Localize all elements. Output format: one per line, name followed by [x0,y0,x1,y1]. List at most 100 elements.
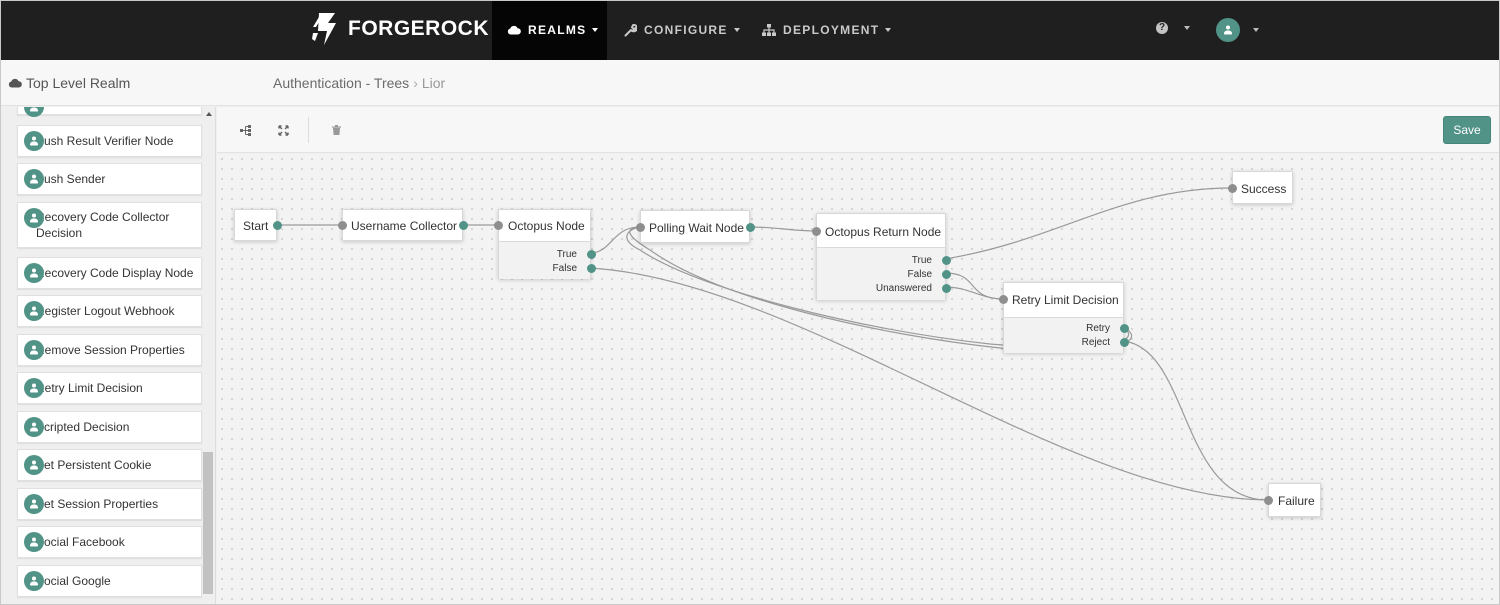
sitemap-icon [762,24,776,36]
node-start[interactable]: Start [234,209,282,241]
scroll-up-arrow-icon[interactable] [206,112,212,116]
node-input-port[interactable] [636,223,645,232]
outcome-label: Retry [1086,323,1110,334]
outcome-port-unanswered[interactable] [942,284,951,293]
palette-item[interactable]: Recovery Code Collector Decision [17,202,202,248]
user-node-icon [24,107,44,117]
outcome-port-reject[interactable] [1120,338,1129,347]
top-navbar: FORGEROCK REALMS CONFIGURE DEPLOYMENT ? [0,0,1500,60]
node-failure[interactable]: Failure [1264,483,1321,517]
sub-header: Top Level Realm Authentication - Trees › L… [0,60,1500,106]
outcome-label: Reject [1081,337,1110,348]
node-output-port[interactable] [459,221,468,230]
outcome-port-false[interactable] [587,264,596,273]
breadcrumb: Authentication - Trees › Lior [273,75,445,91]
user-menu[interactable] [1216,18,1259,42]
save-button[interactable]: Save [1443,116,1491,144]
realm-name: Top Level Realm [26,75,131,91]
breadcrumb-separator: › [413,75,418,91]
help-menu[interactable]: ? [1156,22,1190,34]
forgerock-logo[interactable]: FORGEROCK [310,10,489,48]
node-input-port[interactable] [999,295,1008,304]
scrollbar-thumb[interactable] [203,452,213,594]
outcome-port-true[interactable] [942,256,951,265]
palette-item-label: Register Logout Webhook [36,304,175,318]
wrench-icon [624,23,637,37]
palette-item-label: Recovery Code Display Node [36,266,194,280]
palette-item-label: Social Facebook [36,535,125,549]
palette-item[interactable]: Set Persistent Cookie [17,449,202,481]
node-palette: Push Result Verifier Node Push Sender Re… [0,107,216,605]
nav-deployment[interactable]: DEPLOYMENT [762,0,892,60]
palette-item[interactable]: Register Logout Webhook [17,295,202,327]
palette-item-label: Set Session Properties [36,497,159,511]
node-username-collector[interactable]: Username Collector [338,209,468,241]
chevron-down-icon [1184,26,1190,30]
outcome-label: Unanswered [875,283,932,294]
sidebar-scrollbar[interactable] [203,107,215,605]
palette-item-partial[interactable] [17,107,202,117]
node-input-port[interactable] [1264,496,1273,505]
outcome-port-false[interactable] [942,270,951,279]
node-outcomes: True False Unanswered [817,247,951,300]
breadcrumb-parent[interactable]: Authentication - Trees [273,75,409,91]
node-input-port[interactable] [1228,184,1237,193]
palette-item-label: Push Sender [36,172,106,186]
node-title: Polling Wait Node [649,221,744,235]
outcome-label: True [556,249,577,260]
palette-item[interactable]: Push Sender [17,163,202,195]
nav-realms[interactable]: REALMS [492,0,607,60]
fit-screen-icon[interactable] [275,122,291,138]
node-output-port[interactable] [746,223,755,232]
node-title: Success [1241,182,1287,196]
outcome-port-retry[interactable] [1120,324,1129,333]
trash-icon[interactable] [328,122,344,138]
node-title: Username Collector [351,219,458,233]
user-node-icon [24,131,44,151]
palette-item[interactable]: Social Facebook [17,526,202,558]
chevron-down-icon [885,28,892,32]
node-retry-limit-decision[interactable]: Retry Limit Decision Retry Reject [999,282,1129,353]
node-octopus[interactable]: Octopus Node True False [494,209,596,279]
node-success[interactable]: Success [1228,171,1293,204]
node-title: Start [243,219,269,233]
realm-switcher[interactable]: Top Level Realm [8,75,130,91]
palette-item-label: Retry Limit Decision [36,381,143,395]
chevron-down-icon [592,28,599,32]
palette-item[interactable]: Set Session Properties [17,488,202,520]
node-input-port[interactable] [338,221,347,230]
cloud-icon [8,78,22,88]
node-input-port[interactable] [494,221,503,230]
user-avatar-icon [1216,18,1240,42]
node-octopus-return[interactable]: Octopus Return Node True False Unanswere… [812,213,951,300]
palette-item[interactable]: Social Google [17,565,202,597]
node-input-port[interactable] [812,227,821,236]
user-node-icon [24,263,44,283]
outcome-label: True [911,255,932,266]
palette-item[interactable]: Push Result Verifier Node [17,125,202,157]
palette-item-label: Set Persistent Cookie [36,458,152,472]
user-node-icon [24,169,44,189]
user-node-icon [24,571,44,591]
question-circle-icon: ? [1156,22,1168,34]
user-node-icon [24,455,44,475]
palette-item[interactable]: Scripted Decision [17,411,202,443]
node-output-port[interactable] [273,221,282,230]
nav-configure-label: CONFIGURE [644,23,728,37]
palette-item[interactable]: Retry Limit Decision [17,372,202,404]
tree-layout-icon[interactable] [238,122,254,138]
palette-item[interactable]: Recovery Code Display Node [17,257,202,289]
chevron-down-icon [733,28,740,32]
outcome-port-true[interactable] [587,250,596,259]
node-title: Octopus Return Node [825,225,942,239]
palette-item[interactable]: Remove Session Properties [17,334,202,366]
nav-realms-label: REALMS [528,23,587,37]
palette-item-label: Recovery Code Collector Decision [36,210,170,240]
node-title: Retry Limit Decision [1012,293,1119,307]
chevron-down-icon [1253,28,1259,32]
nav-deployment-label: DEPLOYMENT [783,23,880,37]
cloud-icon [507,25,521,35]
node-polling-wait[interactable]: Polling Wait Node [636,210,755,243]
node-title: Octopus Node [508,219,585,233]
nav-configure[interactable]: CONFIGURE [624,0,740,60]
